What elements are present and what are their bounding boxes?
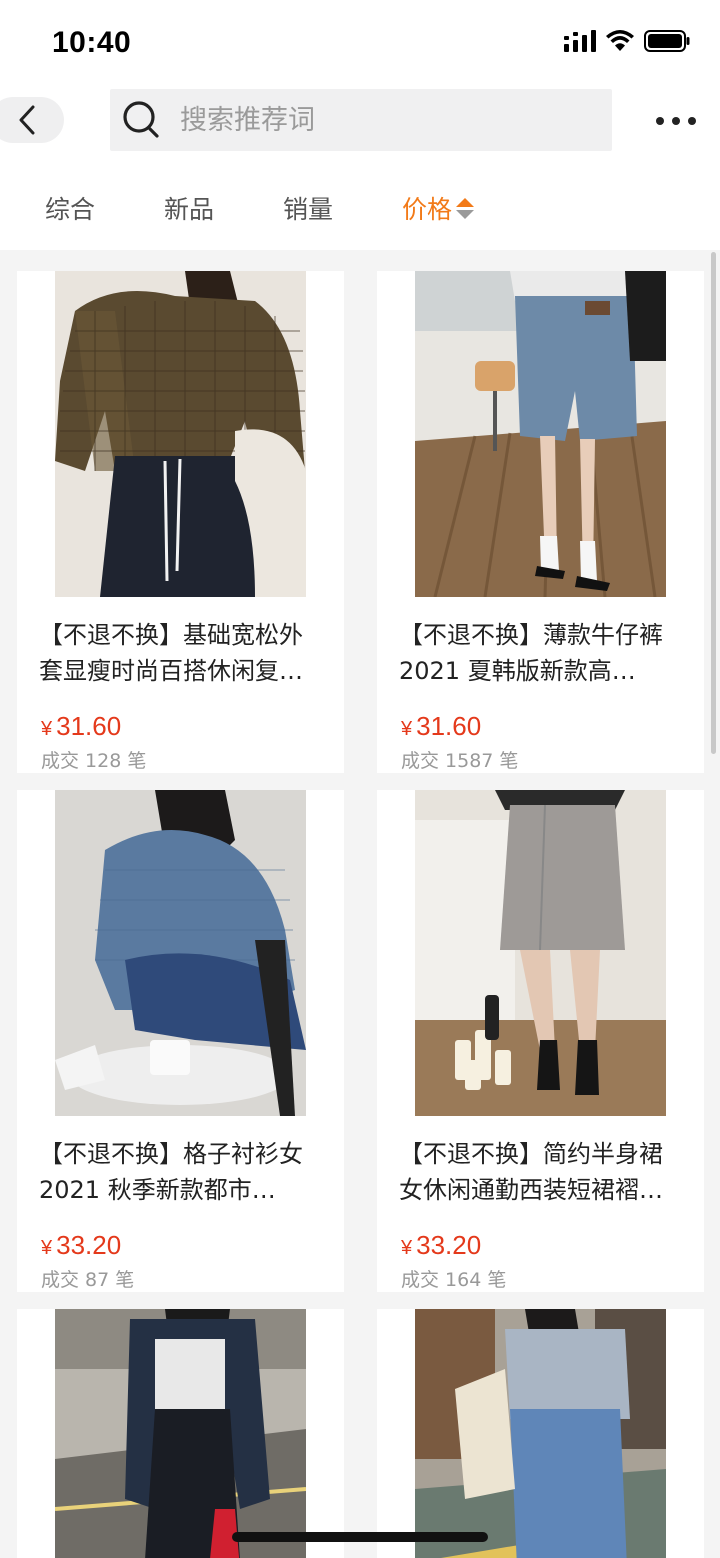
product-sales: 成交 164 笔 [401,1269,507,1291]
sort-tab-label: 销量 [283,195,334,224]
sort-tab-label: 综合 [45,195,96,224]
product-image[interactable] [17,790,344,1116]
product-image[interactable] [17,1309,344,1558]
sort-tab-sales[interactable]: 销量 [283,190,333,226]
more-options-button[interactable] [656,106,696,136]
sort-tab-label: 价格 [402,195,453,224]
currency-symbol: ¥ [41,718,53,740]
product-title: 【不退不换】基础宽松外套显瘦时尚百搭休闲复… [39,621,303,685]
more-dot-icon [688,117,696,125]
home-indicator[interactable] [232,1532,488,1542]
product-image[interactable] [17,271,344,597]
product-sales: 成交 128 笔 [41,750,147,772]
product-card[interactable]: 【不退不换】格子衬衫女 2021 秋季新款都市… ¥33.20 成交 87 笔 [17,790,344,1292]
scrollbar[interactable] [711,252,716,754]
currency-symbol: ¥ [401,718,413,740]
product-price: ¥31.60 [401,711,704,742]
product-sales: 成交 1587 笔 [401,750,519,772]
product-sales: 成交 87 笔 [41,1269,135,1291]
product-card[interactable]: 【不退不换】薄款牛仔裤 2021 夏韩版新款高… ¥31.60 成交 1587 … [377,271,704,773]
wifi-icon [606,30,634,51]
price-value: 31.60 [416,711,482,741]
search-icon [122,100,162,140]
product-card[interactable] [377,1309,704,1558]
sort-tab-label: 新品 [164,195,215,224]
battery-icon [644,30,690,52]
sort-tab-new[interactable]: 新品 [164,190,214,226]
back-button[interactable] [0,97,64,143]
status-icons [564,30,690,52]
product-card[interactable]: 【不退不换】简约半身裙女休闲通勤西装短裙褶… ¥33.20 成交 164 笔 [377,790,704,1292]
price-value: 31.60 [56,711,122,741]
chevron-left-icon [19,105,35,135]
product-card[interactable] [17,1309,344,1558]
product-title: 【不退不换】格子衬衫女 2021 秋季新款都市… [39,1140,303,1204]
sort-tab-price[interactable]: 价格 [402,190,475,226]
currency-symbol: ¥ [41,1237,53,1259]
product-image[interactable] [377,271,704,597]
more-dot-icon [672,117,680,125]
product-card[interactable]: 【不退不换】基础宽松外套显瘦时尚百搭休闲复… ¥31.60 成交 128 笔 [17,271,344,773]
product-image[interactable] [377,1309,704,1558]
sort-direction-icon [456,197,475,219]
header [0,86,720,166]
product-title: 【不退不换】简约半身裙女休闲通勤西装短裙褶… [399,1140,663,1204]
cellular-signal-icon [564,30,596,52]
status-bar: 10:40 [0,0,720,86]
sort-tab-comprehensive[interactable]: 综合 [45,190,95,226]
product-image[interactable] [377,790,704,1116]
status-time: 10:40 [52,26,132,59]
product-price: ¥31.60 [41,711,344,742]
product-price: ¥33.20 [41,1230,344,1261]
product-grid: 【不退不换】基础宽松外套显瘦时尚百搭休闲复… ¥31.60 成交 128 笔 【… [0,250,720,1558]
currency-symbol: ¥ [401,1237,413,1259]
price-value: 33.20 [56,1230,122,1260]
sort-bar: 综合 新品 销量 价格 [0,166,720,250]
search-box[interactable] [110,89,612,151]
product-title: 【不退不换】薄款牛仔裤 2021 夏韩版新款高… [399,621,663,685]
more-dot-icon [656,117,664,125]
product-price: ¥33.20 [401,1230,704,1261]
search-input[interactable] [180,104,560,136]
price-value: 33.20 [416,1230,482,1260]
